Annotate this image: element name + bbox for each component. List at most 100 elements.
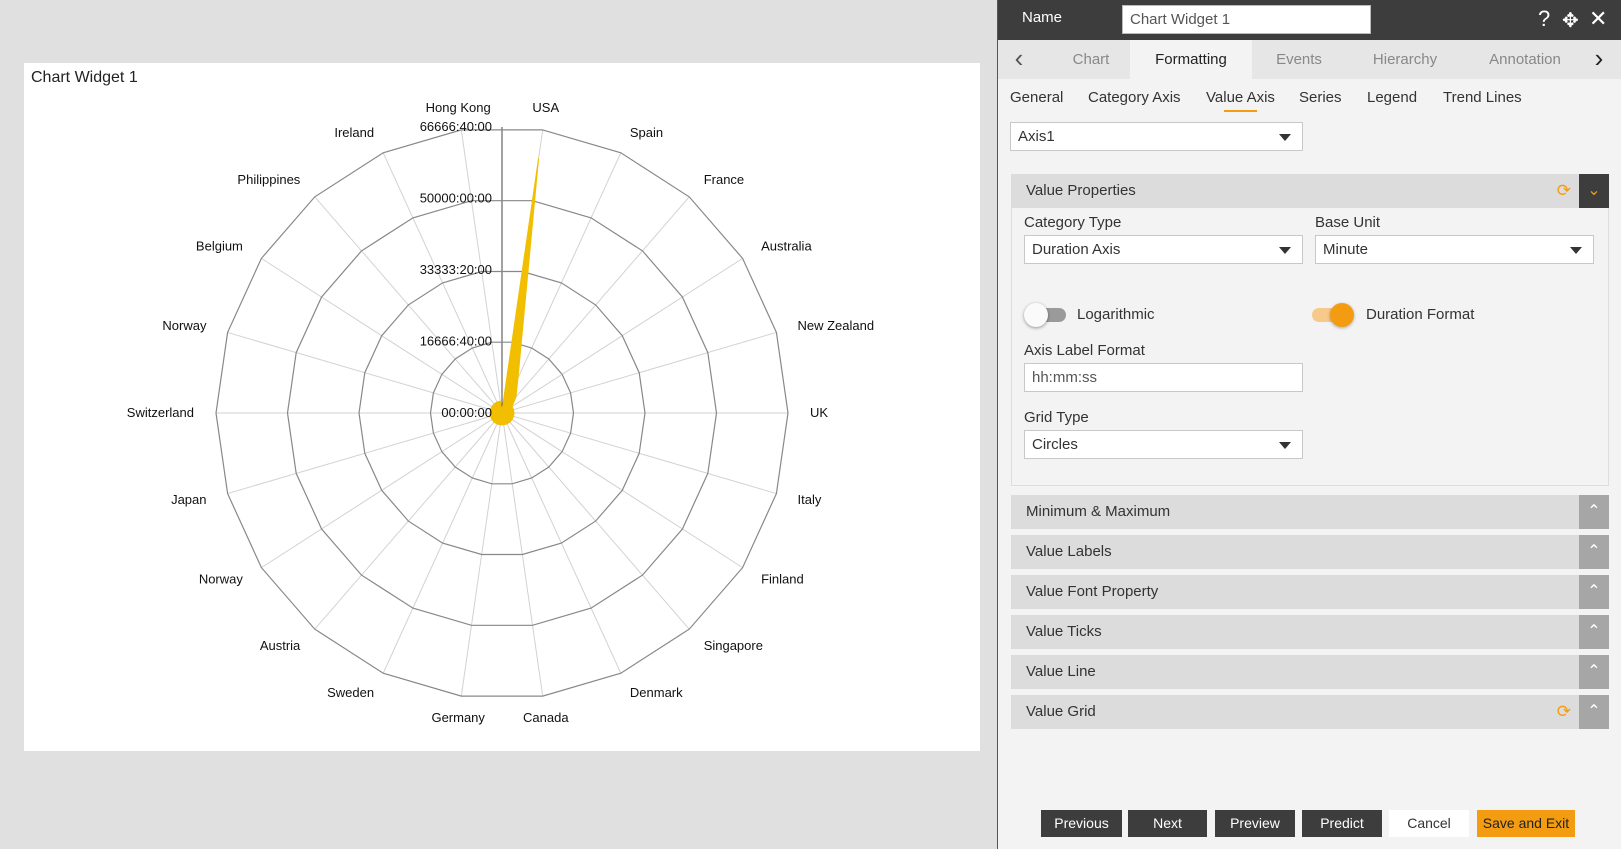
chevron-down-icon[interactable]: ⌄ — [1579, 174, 1609, 208]
tab-hierarchy[interactable]: Hierarchy — [1352, 40, 1458, 79]
help-icon[interactable]: ? — [1538, 6, 1550, 32]
category-label: Denmark — [630, 685, 683, 700]
section-title: Value Grid — [1026, 703, 1096, 720]
chevron-up-icon[interactable]: ⌃ — [1579, 495, 1609, 529]
radar-series-area[interactable] — [489, 158, 540, 426]
save-and-exit-button[interactable]: Save and Exit — [1477, 810, 1575, 837]
dashboard-canvas: Chart Widget 1 USA Spain France Australia Ne… — [0, 0, 997, 849]
chevron-down-icon — [1279, 442, 1291, 449]
radar-chart: USA Spain France Australia New Zealand UK Ital… — [127, 100, 875, 725]
move-icon[interactable]: ✥ — [1562, 8, 1579, 33]
category-label: Ireland — [334, 125, 374, 140]
section-title: Minimum & Maximum — [1026, 503, 1171, 520]
category-label: New Zealand — [798, 318, 875, 333]
tab-formatting[interactable]: Formatting — [1130, 40, 1252, 79]
category-label: Sweden — [327, 685, 374, 700]
category-label: Belgium — [196, 239, 243, 254]
grid-type-value: Circles — [1032, 436, 1078, 453]
chevron-up-icon[interactable]: ⌃ — [1579, 535, 1609, 569]
reset-icon[interactable]: ⟳ — [1557, 702, 1571, 722]
section-minimum-maximum[interactable]: Minimum & Maximum ⌃ — [1011, 495, 1609, 529]
value-properties-header[interactable]: Value Properties ⟳ ⌄ — [1011, 174, 1609, 208]
category-label: Philippines — [237, 172, 300, 187]
section-value-line[interactable]: Value Line ⌃ — [1011, 655, 1609, 689]
subtab-trend-lines[interactable]: Trend Lines — [1443, 89, 1522, 106]
logarithmic-label: Logarithmic — [1077, 306, 1155, 323]
subtab-series[interactable]: Series — [1299, 89, 1342, 106]
toggle-knob — [1024, 303, 1048, 327]
value-tick-label: 66666:40:00 — [420, 119, 492, 134]
cancel-button[interactable]: Cancel — [1389, 810, 1469, 837]
chevron-up-icon[interactable]: ⌃ — [1579, 615, 1609, 649]
category-label: Japan — [171, 492, 206, 507]
chevron-down-icon — [1570, 247, 1582, 254]
category-label: Australia — [761, 239, 812, 254]
tab-bar: ‹ Chart Formatting Events Hierarchy Anno… — [998, 40, 1621, 79]
subtab-category-axis[interactable]: Category Axis — [1088, 89, 1181, 106]
panel-header: Name ? ✥ ✕ — [998, 0, 1621, 40]
section-title: Value Ticks — [1026, 623, 1102, 640]
grid-type-label: Grid Type — [1024, 409, 1089, 426]
subtab-value-axis[interactable]: Value Axis — [1206, 89, 1275, 112]
logarithmic-toggle[interactable] — [1024, 301, 1068, 327]
category-label: Norway — [199, 572, 244, 587]
tab-events[interactable]: Events — [1250, 40, 1348, 79]
category-type-value: Duration Axis — [1032, 241, 1121, 258]
axis-label-format-input[interactable] — [1024, 363, 1303, 392]
section-title: Value Font Property — [1026, 583, 1159, 600]
chart-widget[interactable]: Chart Widget 1 USA Spain France Australia Ne… — [24, 63, 980, 751]
axis-select[interactable]: Axis1 — [1010, 122, 1303, 151]
toggle-knob — [1330, 303, 1354, 327]
category-label: Singapore — [704, 638, 763, 653]
category-label: Italy — [798, 492, 822, 507]
category-label: UK — [810, 405, 828, 420]
category-label: Finland — [761, 572, 804, 587]
chevron-down-icon — [1279, 134, 1291, 141]
chevron-left-icon[interactable]: ‹ — [1002, 40, 1036, 79]
base-unit-value: Minute — [1323, 241, 1369, 258]
chevron-up-icon[interactable]: ⌃ — [1579, 695, 1609, 729]
value-tick-label: 00:00:00 — [441, 405, 492, 420]
predict-button[interactable]: Predict — [1302, 810, 1382, 837]
section-title: Value Labels — [1026, 543, 1112, 560]
subtab-general[interactable]: General — [1010, 89, 1063, 106]
axis-label-format-label: Axis Label Format — [1024, 342, 1145, 359]
base-unit-select[interactable]: Minute — [1315, 235, 1594, 264]
category-label: Canada — [523, 710, 569, 725]
category-label: France — [704, 172, 744, 187]
section-title: Value Line — [1026, 663, 1096, 680]
category-label: Hong Kong — [426, 100, 491, 115]
formatting-subtabs: General Category Axis Value Axis Series … — [998, 85, 1621, 115]
duration-format-label: Duration Format — [1366, 306, 1475, 323]
grid-type-select[interactable]: Circles — [1024, 430, 1303, 459]
category-label: USA — [532, 100, 559, 115]
section-value-labels[interactable]: Value Labels ⌃ — [1011, 535, 1609, 569]
section-value-ticks[interactable]: Value Ticks ⌃ — [1011, 615, 1609, 649]
value-tick-label: 50000:00:00 — [420, 191, 492, 206]
close-icon[interactable]: ✕ — [1589, 6, 1607, 32]
previous-button[interactable]: Previous — [1041, 810, 1122, 837]
chevron-up-icon[interactable]: ⌃ — [1579, 655, 1609, 689]
tab-annotation[interactable]: Annotation — [1470, 40, 1580, 79]
base-unit-label: Base Unit — [1315, 214, 1381, 231]
section-value-grid[interactable]: Value Grid ⟳ ⌃ — [1011, 695, 1609, 729]
reset-icon[interactable]: ⟳ — [1557, 181, 1571, 201]
next-button[interactable]: Next — [1128, 810, 1207, 837]
value-tick-label: 33333:20:00 — [420, 262, 492, 277]
subtab-legend[interactable]: Legend — [1367, 89, 1417, 106]
section-value-font-property[interactable]: Value Font Property ⌃ — [1011, 575, 1609, 609]
chevron-right-icon[interactable]: › — [1582, 40, 1616, 79]
category-type-select[interactable]: Duration Axis — [1024, 235, 1303, 264]
chevron-up-icon[interactable]: ⌃ — [1579, 575, 1609, 609]
category-label: Switzerland — [127, 405, 194, 420]
preview-button[interactable]: Preview — [1215, 810, 1295, 837]
section-title: Value Properties — [1026, 182, 1136, 199]
widget-name-input[interactable] — [1122, 5, 1371, 34]
duration-format-toggle[interactable] — [1310, 301, 1354, 327]
axis-select-value: Axis1 — [1018, 128, 1055, 145]
category-type-label: Category Type — [1024, 214, 1122, 231]
tab-chart[interactable]: Chart — [1042, 40, 1140, 79]
chevron-down-icon — [1279, 247, 1291, 254]
category-label: Austria — [260, 638, 301, 653]
category-label: Germany — [431, 710, 485, 725]
